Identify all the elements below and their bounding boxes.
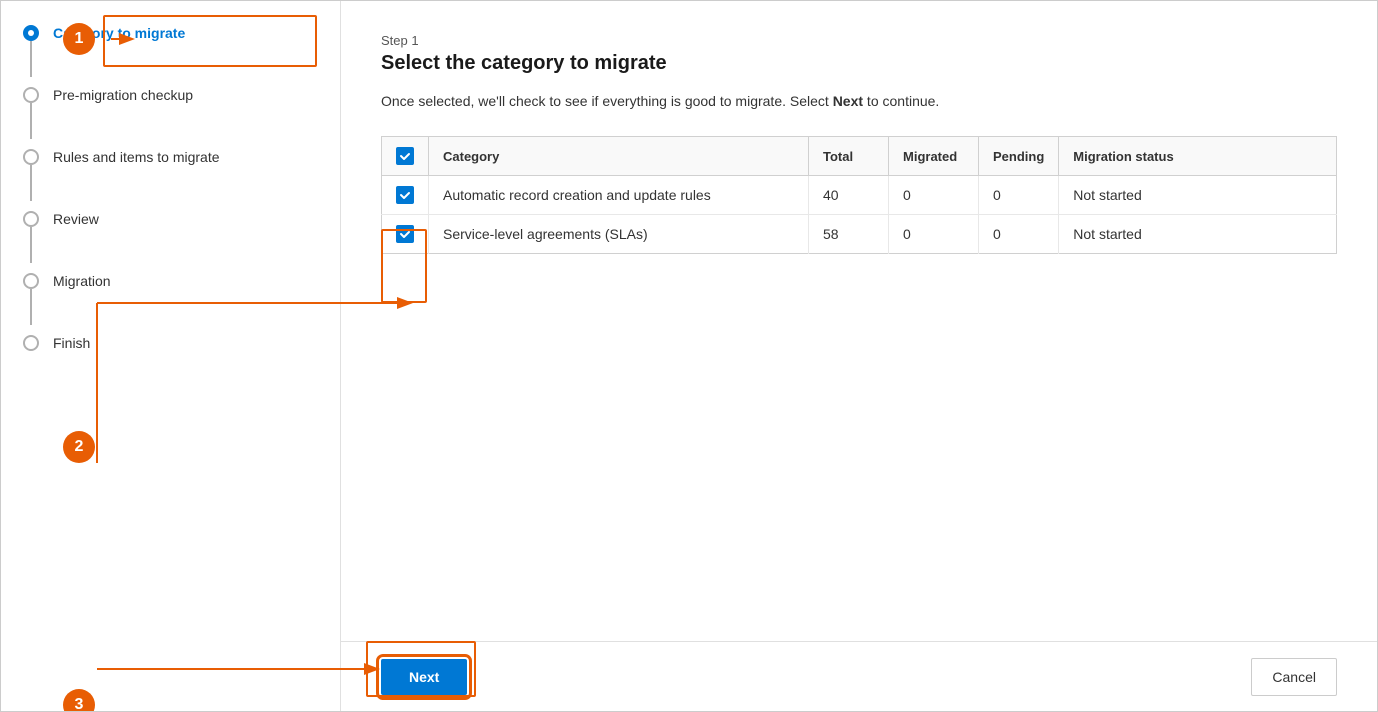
step-connector-6 [21, 335, 41, 351]
row2-checkbox[interactable] [396, 225, 414, 243]
description-text-1: Once selected, we'll check to see if eve… [381, 93, 833, 109]
step-circle-1 [23, 25, 39, 41]
step-circle-2 [23, 87, 39, 103]
row2-total: 58 [809, 215, 889, 254]
col-header-total: Total [809, 137, 889, 176]
row1-checkmark-icon [399, 189, 411, 201]
step-line-1 [30, 41, 32, 77]
col-header-migrated: Migrated [889, 137, 979, 176]
step-circle-6 [23, 335, 39, 351]
step-item-finish[interactable]: Finish [21, 335, 320, 351]
table-header-row: Category Total Migrated Pending Migratio… [382, 137, 1337, 176]
row2-pending: 0 [979, 215, 1059, 254]
step-connector-1 [21, 25, 41, 77]
step-item-premigration[interactable]: Pre-migration checkup [21, 87, 320, 139]
row1-checkbox-cell [382, 176, 429, 215]
step-circle-4 [23, 211, 39, 227]
step-item-migration[interactable]: Migration [21, 273, 320, 325]
row1-pending: 0 [979, 176, 1059, 215]
right-panel: Step 1 Select the category to migrate On… [341, 1, 1377, 711]
row1-category: Automatic record creation and update rul… [429, 176, 809, 215]
footer-left: Next [381, 659, 467, 695]
step-label-migration: Migration [53, 273, 111, 289]
step-line-4 [30, 227, 32, 263]
step-number: Step 1 [381, 33, 1337, 48]
annotation-badge-1: 1 [63, 23, 95, 55]
step-label-premigration: Pre-migration checkup [53, 87, 193, 103]
content-area: Step 1 Select the category to migrate On… [341, 1, 1377, 641]
table-row: Automatic record creation and update rul… [382, 176, 1337, 215]
main-window: 1 2 3 Category to migrate [0, 0, 1378, 712]
step-line-2 [30, 103, 32, 139]
step-list: Category to migrate Pre-migration checku… [21, 25, 320, 351]
row1-total: 40 [809, 176, 889, 215]
step-label-review: Review [53, 211, 99, 227]
row2-checkmark-icon [399, 228, 411, 240]
step-item-review[interactable]: Review [21, 211, 320, 263]
migration-table: Category Total Migrated Pending Migratio… [381, 136, 1337, 254]
step-connector-5 [21, 273, 41, 325]
select-all-checkbox[interactable] [396, 147, 414, 165]
row2-category: Service-level agreements (SLAs) [429, 215, 809, 254]
col-header-status: Migration status [1059, 137, 1337, 176]
annotation-badge-3: 3 [63, 689, 95, 711]
page-title: Select the category to migrate [381, 52, 1337, 75]
step-connector-2 [21, 87, 41, 139]
footer: Next Cancel [341, 641, 1377, 711]
step-line-3 [30, 165, 32, 201]
annotation-badge-2: 2 [63, 431, 95, 463]
row1-status: Not started [1059, 176, 1337, 215]
step-description: Once selected, we'll check to see if eve… [381, 91, 1337, 112]
step-circle-5 [23, 273, 39, 289]
description-text-2: to continue. [863, 93, 939, 109]
step-label-finish: Finish [53, 335, 90, 351]
row2-migrated: 0 [889, 215, 979, 254]
step-connector-4 [21, 211, 41, 263]
checkmark-icon [399, 150, 411, 162]
content-wrapper: 1 2 3 Category to migrate [1, 1, 1377, 711]
row1-checkbox[interactable] [396, 186, 414, 204]
row1-migrated: 0 [889, 176, 979, 215]
step-connector-3 [21, 149, 41, 201]
row2-status: Not started [1059, 215, 1337, 254]
row2-checkbox-cell [382, 215, 429, 254]
col-header-category: Category [429, 137, 809, 176]
step-circle-3 [23, 149, 39, 165]
step-item-rules[interactable]: Rules and items to migrate [21, 149, 320, 201]
footer-right: Cancel [1251, 658, 1337, 696]
step-line-5 [30, 289, 32, 325]
cancel-button[interactable]: Cancel [1251, 658, 1337, 696]
sidebar: 1 2 3 Category to migrate [1, 1, 341, 711]
step-label-rules: Rules and items to migrate [53, 149, 220, 165]
description-bold: Next [833, 93, 863, 109]
next-button[interactable]: Next [381, 659, 467, 695]
col-header-pending: Pending [979, 137, 1059, 176]
col-header-checkbox [382, 137, 429, 176]
table-row: Service-level agreements (SLAs) 58 0 0 N… [382, 215, 1337, 254]
